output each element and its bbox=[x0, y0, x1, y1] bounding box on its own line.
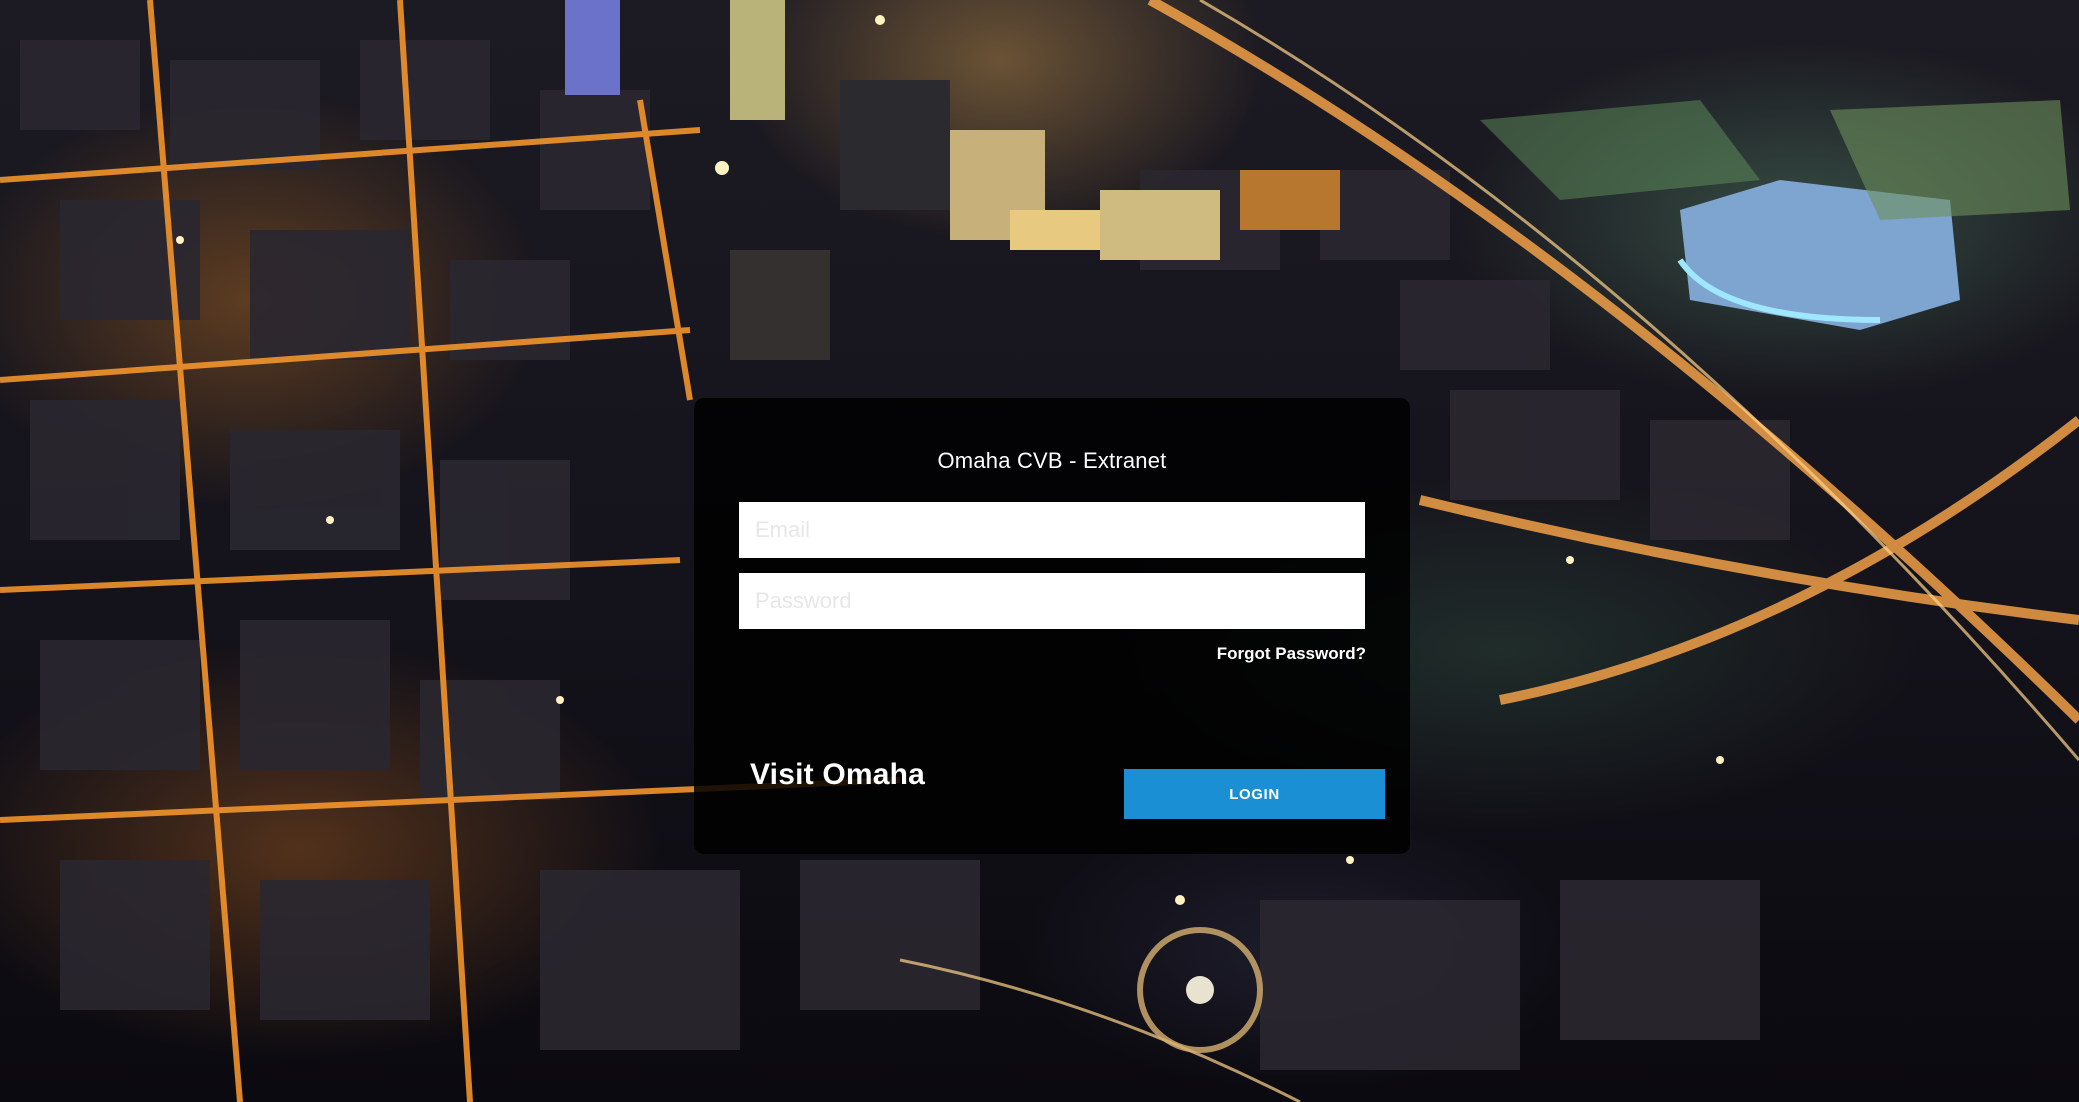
page-title: Omaha CVB - Extranet bbox=[937, 448, 1167, 473]
login-panel: Omaha CVB - Extranet Forgot Password? Vi… bbox=[694, 398, 1410, 854]
forgot-password-link[interactable]: Forgot Password? bbox=[1217, 644, 1366, 664]
password-input[interactable] bbox=[739, 573, 1365, 629]
email-input[interactable] bbox=[739, 502, 1365, 558]
visit-omaha-logo: Visit Omaha bbox=[750, 758, 926, 791]
login-button[interactable]: LOGIN bbox=[1124, 769, 1385, 819]
